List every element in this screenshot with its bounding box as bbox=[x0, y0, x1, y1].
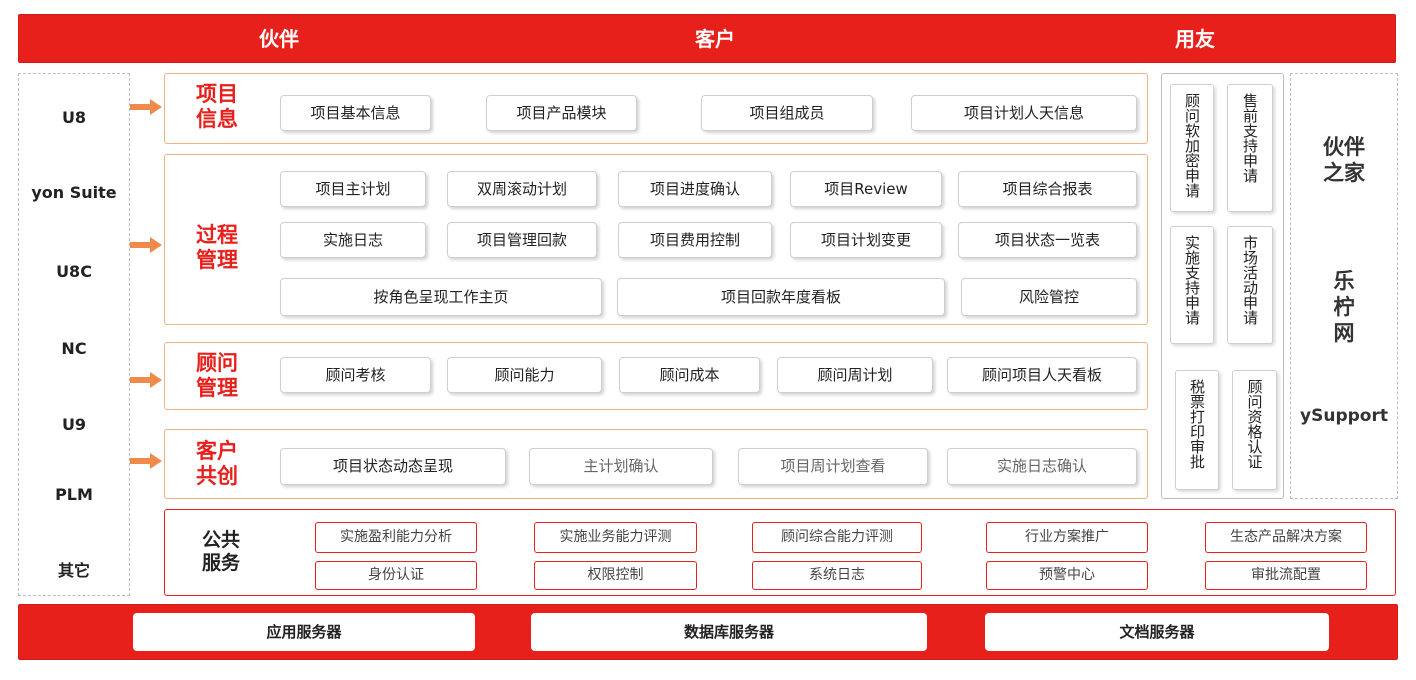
service-chip[interactable]: 行业方案推广 bbox=[986, 522, 1148, 553]
module-chip[interactable]: 顾问周计划 bbox=[777, 357, 933, 393]
module-chip[interactable]: 风险管控 bbox=[961, 278, 1137, 316]
service-chip[interactable]: 权限控制 bbox=[534, 561, 697, 590]
section-customer-cocreate: 客户 共创 项目状态动态呈现 主计划确认 项目周计划查看 实施日志确认 bbox=[164, 429, 1148, 499]
module-chip[interactable]: 项目状态动态呈现 bbox=[280, 448, 506, 485]
arrow-icon bbox=[130, 237, 164, 253]
module-chip[interactable]: 顾问成本 bbox=[619, 357, 760, 393]
section-process-mgmt: 过程 管理 项目主计划 双周滚动计划 项目进度确认 项目Review 项目综合报… bbox=[164, 154, 1148, 325]
module-chip[interactable]: 项目状态一览表 bbox=[958, 222, 1137, 258]
app-chip[interactable]: 实施支持申请 bbox=[1170, 226, 1214, 344]
header-partner: 伙伴 bbox=[259, 27, 299, 51]
server-bar: 应用服务器 数据库服务器 文档服务器 bbox=[18, 604, 1398, 660]
system-u8: U8 bbox=[61, 108, 87, 127]
module-chip[interactable]: 顾问能力 bbox=[447, 357, 602, 393]
partner-home-label: 伙伴 之家 bbox=[1323, 135, 1365, 185]
section-project-info: 项目 信息 项目基本信息 项目产品模块 项目组成员 项目计划人天信息 bbox=[164, 73, 1148, 144]
module-chip[interactable]: 顾问考核 bbox=[280, 357, 431, 393]
section-title: 公共 服务 bbox=[201, 529, 240, 574]
module-chip[interactable]: 项目计划变更 bbox=[790, 222, 942, 258]
module-chip[interactable]: 按角色呈现工作主页 bbox=[280, 278, 602, 316]
service-chip[interactable]: 实施业务能力评测 bbox=[534, 522, 697, 553]
module-chip[interactable]: 项目回款年度看板 bbox=[617, 278, 945, 316]
system-yonsuite: yon Suite bbox=[31, 183, 117, 202]
arrow-icon bbox=[130, 372, 164, 388]
service-chip[interactable]: 身份认证 bbox=[315, 561, 477, 590]
module-chip[interactable]: 项目费用控制 bbox=[618, 222, 772, 258]
module-chip[interactable]: 双周滚动计划 bbox=[447, 171, 597, 207]
service-chip[interactable]: 顾问综合能力评测 bbox=[752, 522, 922, 553]
module-chip[interactable]: 主计划确认 bbox=[529, 448, 713, 485]
section-title: 顾问 管理 bbox=[196, 351, 238, 400]
header-customer: 客户 bbox=[695, 27, 735, 51]
section-title: 过程 管理 bbox=[196, 223, 238, 272]
app-chip[interactable]: 顾问软加密申请 bbox=[1170, 84, 1214, 212]
module-chip[interactable]: 项目周计划查看 bbox=[738, 448, 928, 485]
section-title: 项目 信息 bbox=[196, 82, 238, 131]
yonyou-apps-box: 顾问软加密申请 售前支持申请 实施支持申请 市场活动申请 税票打印审批 顾问资格… bbox=[1161, 73, 1284, 499]
module-chip[interactable]: 项目管理回款 bbox=[447, 222, 597, 258]
module-chip[interactable]: 项目进度确认 bbox=[618, 171, 772, 207]
app-chip[interactable]: 税票打印审批 bbox=[1175, 370, 1219, 490]
module-chip[interactable]: 项目计划人天信息 bbox=[911, 95, 1137, 131]
service-chip[interactable]: 实施盈利能力分析 bbox=[315, 522, 477, 553]
system-u9: U9 bbox=[61, 415, 87, 434]
header-yonyou: 用友 bbox=[1175, 27, 1215, 51]
ysupport-label: ySupport bbox=[1300, 406, 1388, 426]
module-chip[interactable]: 实施日志确认 bbox=[947, 448, 1137, 485]
system-other: 其它 bbox=[57, 561, 90, 580]
module-chip[interactable]: 顾问项目人天看板 bbox=[947, 357, 1137, 393]
service-chip[interactable]: 系统日志 bbox=[752, 561, 922, 590]
module-chip[interactable]: 项目Review bbox=[790, 171, 942, 207]
header-bar: 伙伴 客户 用友 bbox=[18, 14, 1396, 63]
module-chip[interactable]: 项目组成员 bbox=[701, 95, 873, 131]
system-nc: NC bbox=[61, 339, 87, 358]
arrow-icon bbox=[130, 453, 164, 469]
document-server: 文档服务器 bbox=[985, 613, 1329, 651]
arrow-icon bbox=[130, 99, 164, 115]
database-server: 数据库服务器 bbox=[531, 613, 927, 651]
section-public-services: 公共 服务 实施盈利能力分析 实施业务能力评测 顾问综合能力评测 行业方案推广 … bbox=[164, 509, 1396, 596]
service-chip[interactable]: 生态产品解决方案 bbox=[1205, 522, 1367, 553]
module-chip[interactable]: 项目综合报表 bbox=[958, 171, 1137, 207]
service-chip[interactable]: 预警中心 bbox=[986, 561, 1148, 590]
service-chip[interactable]: 审批流配置 bbox=[1205, 561, 1367, 590]
app-chip[interactable]: 顾问资格认证 bbox=[1232, 370, 1277, 490]
module-chip[interactable]: 项目基本信息 bbox=[280, 95, 431, 131]
module-chip[interactable]: 实施日志 bbox=[280, 222, 426, 258]
app-server: 应用服务器 bbox=[133, 613, 475, 651]
module-chip[interactable]: 项目主计划 bbox=[280, 171, 426, 207]
app-chip[interactable]: 售前支持申请 bbox=[1227, 84, 1273, 212]
system-u8c: U8C bbox=[56, 262, 92, 281]
lele-label: 乐 柠 网 bbox=[1333, 269, 1355, 345]
module-chip[interactable]: 项目产品模块 bbox=[486, 95, 637, 131]
system-plm: PLM bbox=[55, 485, 93, 504]
section-title: 客户 共创 bbox=[196, 439, 238, 488]
section-consultant-mgmt: 顾问 管理 顾问考核 顾问能力 顾问成本 顾问周计划 顾问项目人天看板 bbox=[164, 342, 1148, 410]
systems-column: U8 yon Suite U8C NC U9 PLM 其它 bbox=[18, 73, 130, 596]
partner-column: 伙伴 之家 乐 柠 网 ySupport bbox=[1290, 73, 1398, 499]
app-chip[interactable]: 市场活动申请 bbox=[1227, 226, 1273, 344]
